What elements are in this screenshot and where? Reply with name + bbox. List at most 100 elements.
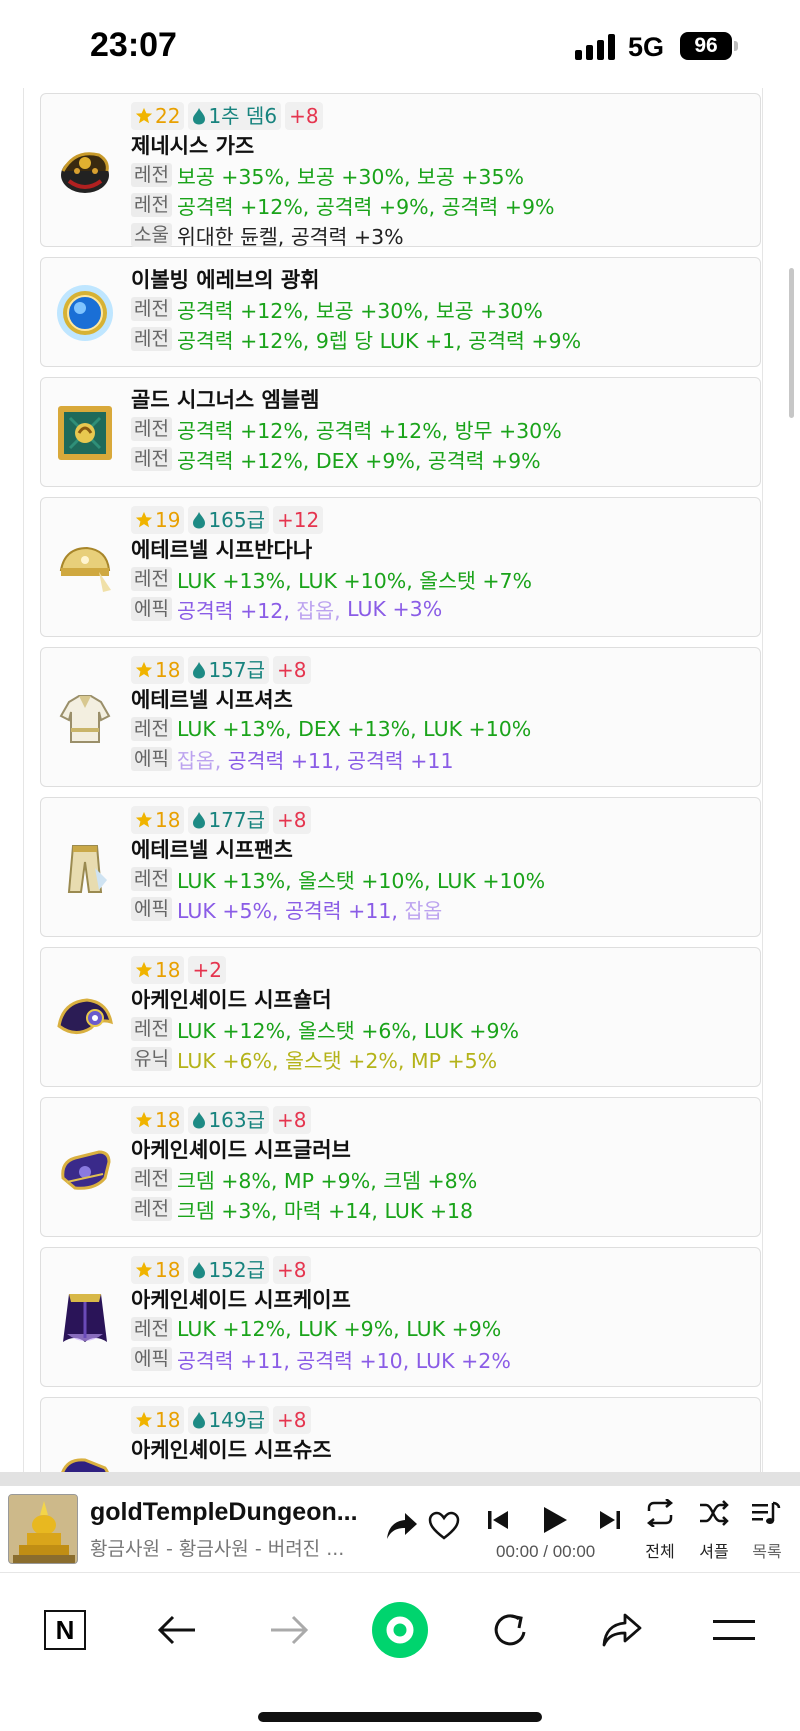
refresh-icon[interactable] [476, 1595, 546, 1665]
shuffle-label[interactable]: 셔플 [689, 1538, 739, 1562]
flame-value: 152급 [208, 1258, 266, 1282]
flame-value: 149급 [208, 1408, 266, 1432]
signal-icon [575, 34, 615, 60]
repeat-label[interactable]: 전체 [635, 1538, 685, 1562]
potential-line: 레전 공격력 +12%, 9렙 당 LUK +1, 공격력 +9% [131, 324, 750, 354]
home-indicator[interactable] [258, 1712, 542, 1722]
item-card[interactable]: 골드 시그너스 엠블렘 레전 공격력 +12%, 공격력 +12%, 방무 +30%… [40, 377, 761, 487]
flame-value: 1추 뎀6 [208, 104, 278, 128]
potential-line: 에픽 LUK +5%, 공격력 +11, 잡옵 [131, 894, 750, 924]
potential-line: 레전 공격력 +12%, 공격력 +12%, 방무 +30% [131, 414, 750, 444]
item-card[interactable]: 18 152급 +8 아케인셰이드 시프케이프 레전 LUK +12%, LUK +9%,… [40, 1247, 761, 1387]
naver-n-icon: N [44, 1610, 86, 1650]
starforce-value: 18 [155, 1258, 181, 1282]
menu-icon[interactable] [699, 1595, 769, 1665]
previous-icon[interactable] [480, 1502, 516, 1538]
item-details: 이볼빙 에레브의 광휘 레전 공격력 +12%, 보공 +30%, 보공 +30% 레… [131, 266, 750, 354]
potential-tier: 레전 [131, 1017, 172, 1041]
flame-icon [193, 1262, 206, 1279]
back-icon[interactable] [142, 1595, 212, 1665]
item-badges: 18 149급 +8 [131, 1406, 750, 1434]
genesis-gauze-icon [55, 141, 115, 201]
item-card[interactable]: 이볼빙 에레브의 광휘 레전 공격력 +12%, 보공 +30%, 보공 +30% 레… [40, 257, 761, 367]
potential-tier: 레전 [131, 447, 172, 471]
item-badges: 18 152급 +8 [131, 1256, 750, 1284]
potential-line: 레전 공격력 +12%, 공격력 +9%, 공격력 +9% [131, 190, 750, 220]
music-player: goldTempleDungeon... 황금사원 - 황금사원 - 버려진 .… [0, 1472, 800, 1572]
potential-tier: 소울 [131, 223, 172, 247]
potential-text: 공격력 +12%, DEX +9%, 공격력 +9% [176, 449, 541, 473]
item-name: 에테르넬 시프팬츠 [131, 838, 293, 862]
share-icon[interactable] [382, 1506, 422, 1546]
potential-line: 레전 공격력 +12%, 보공 +30%, 보공 +30% [131, 294, 750, 324]
item-card[interactable]: 18 +2 아케인셰이드 시프숄더 레전 LUK +12%, 올스탯 +6%, LUK … [40, 947, 761, 1087]
starforce-value: 18 [155, 808, 181, 832]
flame-icon [193, 512, 206, 529]
star-icon [135, 1411, 153, 1428]
item-card[interactable]: 22 1추 뎀6 +8 제네시스 가즈 레전 보공 +35%, 보공 +30%, 보공 +… [40, 93, 761, 249]
potential-text: 공격력 +12%, 공격력 +12%, 방무 +30% [176, 419, 562, 443]
scrollbar[interactable] [789, 268, 794, 418]
song-subtitle: 황금사원 - 황금사원 - 버려진 ... [90, 1538, 345, 1560]
flame-icon [193, 1412, 206, 1429]
potential-tier: 레전 [131, 567, 172, 591]
equipment-list: 22 1추 뎀6 +8 제네시스 가즈 레전 보공 +35%, 보공 +30%, 보공 +… [23, 88, 763, 1472]
green-dot-button[interactable] [365, 1595, 435, 1665]
song-title[interactable]: goldTempleDungeon... [90, 1498, 358, 1527]
potential-line: 레전 LUK +12%, 올스탯 +6%, LUK +9% [131, 1014, 750, 1044]
potential-line: 레전 크뎀 +3%, 마력 +14, LUK +18 [131, 1194, 750, 1224]
item-name: 제네시스 가즈 [131, 134, 255, 158]
potential-line: 유닉 LUK +6%, 올스탯 +2%, MP +5% [131, 1044, 750, 1074]
item-card[interactable]: 18 163급 +8 아케인셰이드 시프글러브 레전 크뎀 +8%, MP +9%, 크뎀… [40, 1097, 761, 1237]
item-card[interactable]: 18 149급 +8 아케인셰이드 시프슈즈 [40, 1397, 761, 1472]
starforce-value: 19 [155, 508, 181, 532]
upgrade-badge: +12 [273, 506, 324, 534]
upgrade-badge: +8 [273, 1106, 311, 1134]
flame-badge: 177급 [188, 806, 270, 834]
flame-value: 157급 [208, 658, 266, 682]
arcane-shoes-icon [55, 1438, 115, 1472]
upgrade-badge: +2 [188, 956, 226, 984]
naver-home-button[interactable]: N [30, 1595, 100, 1665]
item-details: 18 177급 +8 에테르넬 시프팬츠 레전 LUK +13%, 올스탯 +10%, L… [131, 806, 750, 924]
item-details: 18 +2 아케인셰이드 시프숄더 레전 LUK +12%, 올스탯 +6%, LUK … [131, 956, 750, 1074]
potential-line: 레전 LUK +12%, LUK +9%, LUK +9% [131, 1314, 750, 1344]
potential-text: LUK +12%, 올스탯 +6%, LUK +9% [176, 1019, 519, 1043]
album-art[interactable] [8, 1494, 78, 1564]
flame-badge: 152급 [188, 1256, 270, 1284]
heart-icon[interactable] [424, 1506, 464, 1546]
shuffle-icon[interactable] [696, 1496, 732, 1530]
starforce-badge: 18 [131, 1256, 185, 1284]
playlist-label[interactable]: 목록 [742, 1538, 792, 1562]
next-icon[interactable] [592, 1502, 628, 1538]
forward-icon[interactable] [254, 1595, 324, 1665]
playlist-icon[interactable] [748, 1496, 784, 1530]
item-badges: 19 165급 +12 [131, 506, 750, 534]
item-name: 에테르넬 시프반다나 [131, 538, 313, 562]
item-name: 아케인셰이드 시프슈즈 [131, 1438, 332, 1462]
repeat-icon[interactable] [642, 1496, 678, 1530]
share-page-icon[interactable] [587, 1595, 657, 1665]
potential-text: 공격력 +12%, 보공 +30%, 보공 +30% [176, 299, 543, 323]
starforce-value: 18 [155, 1108, 181, 1132]
potential-tier: 레전 [131, 867, 172, 891]
starforce-value: 18 [155, 958, 181, 982]
potential-tier: 에픽 [131, 897, 172, 921]
potential-tier: 에픽 [131, 597, 172, 621]
item-badges: 18 157급 +8 [131, 656, 750, 684]
potential-text: 공격력 +11, 공격력 +10, LUK +2% [176, 1349, 511, 1373]
flame-value: 165급 [208, 508, 266, 532]
item-card[interactable]: 18 177급 +8 에테르넬 시프팬츠 레전 LUK +13%, 올스탯 +10%, L… [40, 797, 761, 937]
flame-icon [193, 108, 206, 125]
potential-tier: 에픽 [131, 1347, 172, 1371]
item-list-viewport[interactable]: 22 1추 뎀6 +8 제네시스 가즈 레전 보공 +35%, 보공 +30%, 보공 +… [0, 88, 800, 1472]
starforce-badge: 22 [131, 102, 185, 130]
item-details: 18 163급 +8 아케인셰이드 시프글러브 레전 크뎀 +8%, MP +9%, 크뎀… [131, 1106, 750, 1224]
item-card[interactable]: 19 165급 +12 에테르넬 시프반다나 레전 LUK +13%, LUK +10%,… [40, 497, 761, 637]
upgrade-badge: +8 [273, 1256, 311, 1284]
potential-line: 에픽 공격력 +12, 잡옵, LUK +3% [131, 594, 750, 624]
potential-text: 위대한 듄켈, 공격력 +3% [176, 225, 404, 249]
item-card[interactable]: 18 157급 +8 에테르넬 시프셔츠 레전 LUK +13%, DEX +13%, L… [40, 647, 761, 787]
play-icon[interactable] [535, 1500, 575, 1540]
potential-tier: 레전 [131, 193, 172, 217]
